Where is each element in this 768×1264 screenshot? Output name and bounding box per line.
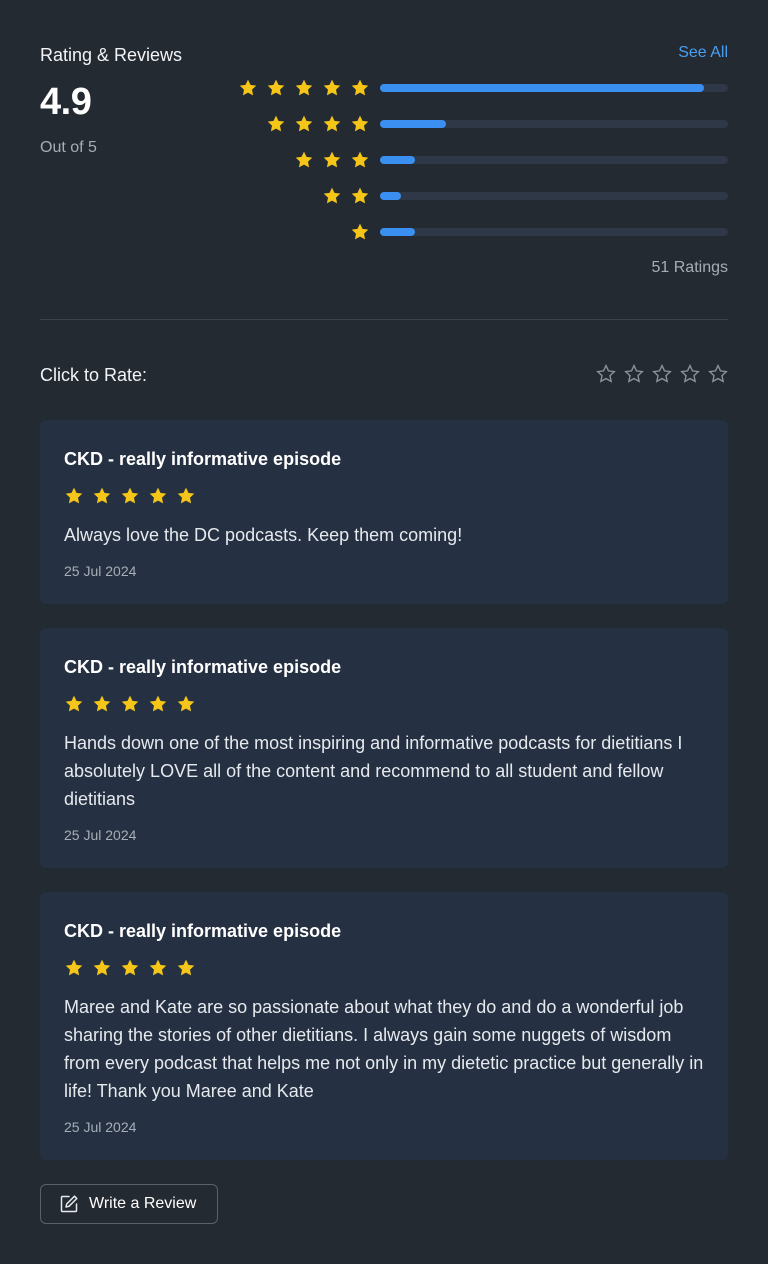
- star-icon: [295, 151, 313, 168]
- distribution-row-3-star: [40, 150, 728, 170]
- star-icon: [323, 151, 341, 168]
- divider: [40, 319, 728, 320]
- ratings-count: 51 Ratings: [651, 259, 729, 276]
- star-icon: [239, 79, 257, 96]
- star-outline-icon[interactable]: [680, 364, 700, 384]
- star-icon: [351, 115, 369, 132]
- star-icon: [351, 79, 369, 96]
- distribution-stars: [350, 222, 370, 242]
- distribution-bar-fill: [380, 120, 447, 128]
- distribution-row-2-star: [40, 186, 728, 206]
- review-card: CKD - really informative episode Hands do…: [40, 628, 728, 868]
- click-to-rate-label: Click to Rate:: [40, 365, 148, 385]
- star-icon: [121, 695, 139, 712]
- review-stars: [64, 958, 196, 978]
- star-icon: [323, 187, 341, 204]
- star-icon: [149, 959, 167, 976]
- star-icon: [351, 151, 369, 168]
- star-icon: [267, 79, 285, 96]
- review-stars: [64, 486, 196, 506]
- star-icon: [323, 79, 341, 96]
- review-card: CKD - really informative episode Always l…: [40, 420, 728, 604]
- rating-reviews-panel: Rating & Reviews See All 4.9 Out of 5 51…: [40, 0, 728, 1264]
- write-review-button[interactable]: Write a Review: [40, 1184, 218, 1224]
- star-icon: [93, 487, 111, 504]
- distribution-bar-fill: [380, 84, 704, 92]
- star-icon: [65, 959, 83, 976]
- distribution-stars: [238, 78, 370, 98]
- write-review-label: Write a Review: [89, 1195, 197, 1212]
- star-icon: [323, 115, 341, 132]
- distribution-bar-fill: [380, 192, 401, 200]
- review-card: CKD - really informative episode Maree an…: [40, 892, 728, 1160]
- review-date: 25 Jul 2024: [64, 563, 137, 579]
- distribution-bar-track: [380, 120, 728, 128]
- review-title: CKD - really informative episode: [64, 921, 342, 941]
- edit-icon: [60, 1195, 78, 1213]
- star-icon: [65, 487, 83, 504]
- review-body: Hands down one of the most inspiring and…: [64, 733, 683, 809]
- distribution-bar-track: [380, 84, 728, 92]
- distribution-row-1-star: [40, 222, 728, 242]
- review-stars: [64, 694, 196, 714]
- star-icon: [295, 115, 313, 132]
- star-icon: [177, 695, 195, 712]
- distribution-bar-track: [380, 228, 728, 236]
- see-all-link[interactable]: See All: [678, 42, 728, 64]
- star-icon: [177, 487, 195, 504]
- distribution-bar-track: [380, 192, 728, 200]
- star-icon: [177, 959, 195, 976]
- star-outline-icon[interactable]: [708, 364, 728, 384]
- distribution-bar-track: [380, 156, 728, 164]
- review-body: Maree and Kate are so passionate about w…: [64, 997, 704, 1101]
- distribution-bar-fill: [380, 156, 415, 164]
- review-date: 25 Jul 2024: [64, 1119, 137, 1135]
- distribution-row-4-star: [40, 114, 728, 134]
- distribution-stars: [322, 186, 370, 206]
- star-icon: [121, 959, 139, 976]
- star-icon: [121, 487, 139, 504]
- star-icon: [351, 223, 369, 240]
- star-icon: [351, 187, 369, 204]
- header: Rating & Reviews See All: [40, 44, 728, 68]
- star-icon: [295, 79, 313, 96]
- distribution-bar-fill: [380, 228, 415, 236]
- distribution-stars: [266, 114, 370, 134]
- review-body: Always love the DC podcasts. Keep them c…: [64, 525, 463, 545]
- distribution-stars: [294, 150, 370, 170]
- star-outline-icon[interactable]: [596, 364, 616, 384]
- star-outline-icon[interactable]: [624, 364, 644, 384]
- star-icon: [93, 695, 111, 712]
- star-icon: [149, 695, 167, 712]
- rate-stars: [596, 364, 728, 384]
- review-date: 25 Jul 2024: [64, 827, 137, 843]
- distribution-row-5-star: [40, 78, 728, 98]
- star-icon: [267, 115, 285, 132]
- star-icon: [65, 695, 83, 712]
- star-icon: [93, 959, 111, 976]
- review-title: CKD - really informative episode: [64, 657, 342, 677]
- star-outline-icon[interactable]: [652, 364, 672, 384]
- star-icon: [149, 487, 167, 504]
- review-title: CKD - really informative episode: [64, 449, 342, 469]
- section-title: Rating & Reviews: [40, 45, 183, 65]
